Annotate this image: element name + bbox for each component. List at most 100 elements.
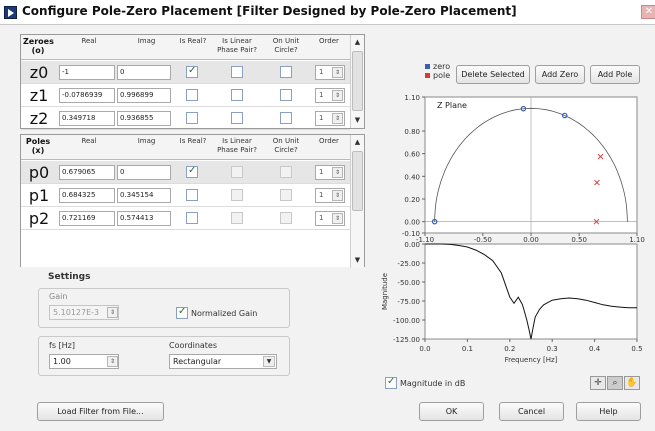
gain-spinner-icon[interactable]: ⇕ <box>107 307 118 318</box>
scroll-up-icon[interactable]: ▲ <box>352 137 363 148</box>
load-filter-button[interactable]: Load Filter from File... <box>37 402 164 421</box>
order-value: 1 <box>319 214 324 222</box>
order-stepper[interactable]: 1 ⇕ <box>315 65 345 80</box>
ok-button[interactable]: OK <box>419 402 484 421</box>
zplane-plot[interactable]: 1.100.800.600.400.200.00-0.10-1.10 -0.50 0… <box>375 87 650 242</box>
is-real-checkbox[interactable] <box>186 212 198 224</box>
linear-phase-checkbox[interactable] <box>231 89 243 101</box>
table-row[interactable]: z1 -0.0786939 0.996899 1 ⇕ <box>21 84 350 107</box>
order-stepper[interactable]: 1 ⇕ <box>315 211 345 226</box>
coordinates-select[interactable]: Rectangular <box>169 354 277 369</box>
is-real-checkbox[interactable]: ✓ <box>186 65 198 78</box>
imag-field[interactable]: 0.996899 <box>117 88 171 103</box>
crosshair-tool-icon[interactable]: ✛ <box>590 376 606 390</box>
unit-circle-checkbox[interactable] <box>280 112 292 124</box>
imag-field[interactable]: 0.574413 <box>117 211 171 226</box>
col-order: Order <box>319 37 339 45</box>
window-title: Configure Pole-Zero Placement [Filter De… <box>22 4 517 18</box>
row-label: p2 <box>28 209 50 228</box>
fs-spinner-icon[interactable]: ⇕ <box>107 356 118 367</box>
table-row[interactable]: p2 0.721169 0.574413 1 ⇕ <box>21 207 350 230</box>
order-stepper[interactable]: 1 ⇕ <box>315 188 345 203</box>
imag-field[interactable]: 0.345154 <box>117 188 171 203</box>
zoom-tool-icon[interactable]: ⌕ <box>607 376 623 390</box>
magnitude-plot[interactable]: 0.00 -25.00 -50.00 -75.00 -100.00 -125.000.0 0… <box>345 238 650 373</box>
close-button[interactable]: ✕ <box>641 5 655 19</box>
y-tick-label: 0.60 <box>404 151 420 159</box>
real-field[interactable]: -0.0786939 <box>59 88 115 103</box>
pan-hand-icon[interactable]: ✋ <box>624 376 640 390</box>
linear-phase-checkbox[interactable] <box>231 66 243 78</box>
table-row[interactable]: p1 0.684325 0.345154 1 ⇕ <box>21 184 350 207</box>
is-real-checkbox[interactable]: ✓ <box>186 165 198 178</box>
magnitude-in-db-label: Magnitude in dB <box>400 379 466 388</box>
is-real-checkbox[interactable] <box>186 189 198 201</box>
unit-circle-checkbox[interactable] <box>280 189 292 201</box>
unit-circle-checkbox[interactable] <box>280 66 292 78</box>
real-field[interactable]: 0.684325 <box>59 188 115 203</box>
order-stepper[interactable]: 1 ⇕ <box>315 111 345 126</box>
x-tick-label: 0.4 <box>589 345 601 353</box>
x-axis-label: Frequency [Hz] <box>505 356 558 364</box>
row-label: p0 <box>28 163 50 182</box>
table-row[interactable]: z0 -1 0 ✓ 1 ⇕ <box>21 61 350 84</box>
y-tick-label: 0.00 <box>404 219 420 227</box>
magnitude-in-db-checkbox[interactable]: ✓ <box>385 376 397 389</box>
imag-field[interactable]: 0 <box>117 65 171 80</box>
order-spinner-icon[interactable]: ⇕ <box>332 90 343 101</box>
col-imag: Imag <box>137 137 156 145</box>
col-is-real: Is Real? <box>179 37 207 45</box>
normalized-gain-label: Normalized Gain <box>191 309 258 318</box>
table-row[interactable]: p0 0.679065 0 ✓ 1 ⇕ <box>21 161 350 184</box>
zplane-plot-label: Z Plane <box>437 101 467 110</box>
delete-selected-button[interactable]: Delete Selected <box>456 65 530 84</box>
legend-pole: pole <box>425 71 450 80</box>
row-label: p1 <box>28 186 50 205</box>
order-value: 1 <box>319 68 324 76</box>
real-field[interactable]: 0.721169 <box>59 211 115 226</box>
add-zero-button[interactable]: Add Zero <box>535 65 585 84</box>
col-real: Real <box>81 37 97 45</box>
add-pole-button[interactable]: Add Pole <box>590 65 640 84</box>
cancel-button[interactable]: Cancel <box>499 402 564 421</box>
scroll-thumb[interactable] <box>352 151 363 211</box>
order-stepper[interactable]: 1 ⇕ <box>315 165 345 180</box>
scroll-down-icon[interactable]: ▼ <box>352 115 363 126</box>
x-tick-label: 0.0 <box>419 345 430 353</box>
unit-circle-checkbox[interactable] <box>280 166 292 178</box>
order-stepper[interactable]: 1 ⇕ <box>315 88 345 103</box>
unit-circle-checkbox[interactable] <box>280 89 292 101</box>
real-field[interactable]: -1 <box>59 65 115 80</box>
unit-circle-checkbox[interactable] <box>280 212 292 224</box>
linear-phase-checkbox[interactable] <box>231 212 243 224</box>
dialog-body: Zeroes (o) Real Imag Is Real? Is Linear … <box>0 25 655 431</box>
order-spinner-icon[interactable]: ⇕ <box>332 67 343 78</box>
order-spinner-icon[interactable]: ⇕ <box>332 167 343 178</box>
help-button[interactable]: Help <box>576 402 641 421</box>
scroll-thumb[interactable] <box>352 51 363 111</box>
is-real-checkbox[interactable] <box>186 89 198 101</box>
linear-phase-checkbox[interactable] <box>231 189 243 201</box>
real-field[interactable]: 0.679065 <box>59 165 115 180</box>
zeroes-scrollbar[interactable]: ▲ ▼ <box>350 35 364 128</box>
app-icon <box>4 6 17 19</box>
poles-header: Poles (x) Real Imag Is Real? Is Linear P… <box>21 135 350 160</box>
y-tick-label: -75.00 <box>397 298 420 306</box>
imag-field[interactable]: 0.936855 <box>117 111 171 126</box>
linear-phase-checkbox[interactable] <box>231 166 243 178</box>
y-tick-label: 1.10 <box>404 94 420 102</box>
order-spinner-icon[interactable]: ⇕ <box>332 190 343 201</box>
order-spinner-icon[interactable]: ⇕ <box>332 113 343 124</box>
order-value: 1 <box>319 191 324 199</box>
x-tick-label: 0.1 <box>462 345 473 353</box>
real-field[interactable]: 0.349718 <box>59 111 115 126</box>
scroll-up-icon[interactable]: ▲ <box>352 37 363 48</box>
is-real-checkbox[interactable] <box>186 112 198 124</box>
normalized-gain-checkbox[interactable]: ✓ <box>176 306 188 319</box>
chevron-down-icon[interactable]: ▼ <box>263 356 275 367</box>
order-spinner-icon[interactable]: ⇕ <box>332 213 343 224</box>
y-tick-label: 0.20 <box>404 196 420 204</box>
table-row[interactable]: z2 0.349718 0.936855 1 ⇕ <box>21 107 350 130</box>
imag-field[interactable]: 0 <box>117 165 171 180</box>
linear-phase-checkbox[interactable] <box>231 112 243 124</box>
